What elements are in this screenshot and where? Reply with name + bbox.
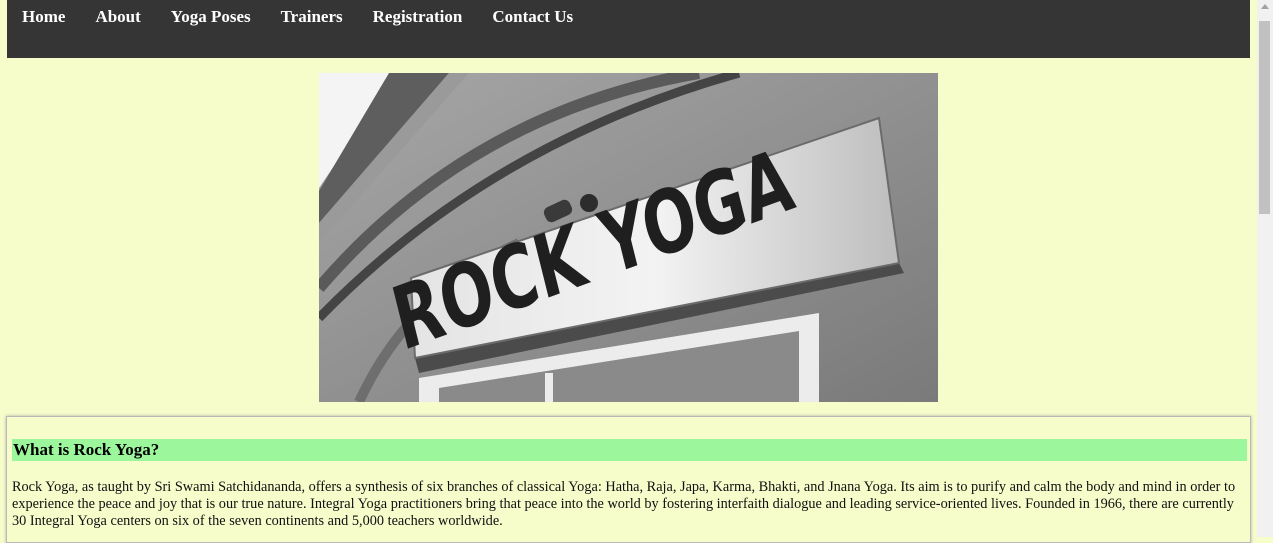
scroll-thumb[interactable] xyxy=(1259,21,1270,214)
hero-image: ROCK YOGA xyxy=(319,73,938,402)
section-paragraph: Rock Yoga, as taught by Sri Swami Satchi… xyxy=(12,479,1236,529)
nav-contact-us-link[interactable]: Contact Us xyxy=(477,0,588,26)
top-navbar: Home About Yoga Poses Trainers Registrat… xyxy=(7,0,1250,58)
nav-about-link[interactable]: About xyxy=(80,0,155,26)
section-heading: What is Rock Yoga? xyxy=(12,439,1247,461)
nav-yoga-poses-link[interactable]: Yoga Poses xyxy=(156,0,266,26)
about-section: What is Rock Yoga? Rock Yoga, as taught … xyxy=(6,416,1251,543)
nav-home-link[interactable]: Home xyxy=(7,0,80,26)
scroll-up-arrow-icon[interactable] xyxy=(1261,4,1269,9)
vertical-scrollbar[interactable] xyxy=(1257,0,1273,537)
nav-list: Home About Yoga Poses Trainers Registrat… xyxy=(7,0,1250,26)
nav-trainers-link[interactable]: Trainers xyxy=(266,0,358,26)
rock-yoga-sign-photo: ROCK YOGA xyxy=(319,73,938,402)
nav-registration-link[interactable]: Registration xyxy=(358,0,478,26)
